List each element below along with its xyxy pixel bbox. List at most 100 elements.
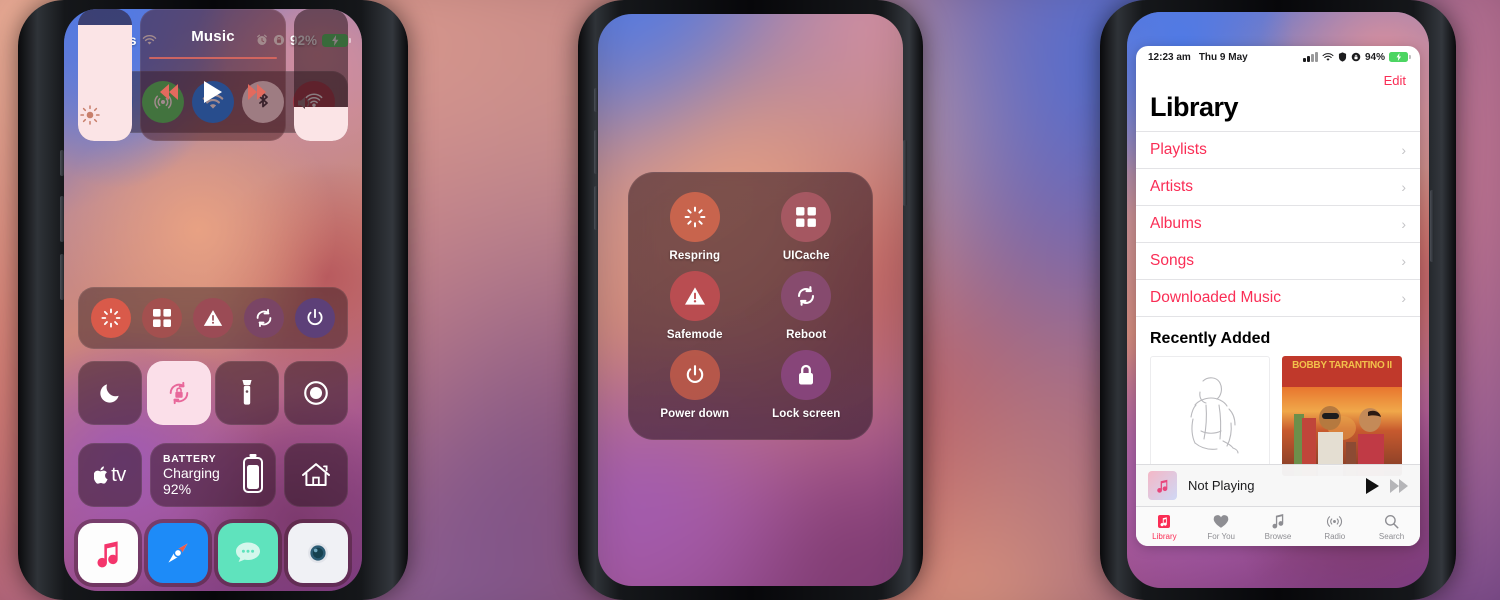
power-menu-item-respring[interactable]: Respring (639, 187, 751, 266)
library-row-downloaded-music[interactable]: Downloaded Music › (1136, 280, 1420, 317)
tab-browse[interactable]: Browse (1250, 513, 1307, 541)
power-menu-item-reboot[interactable]: Reboot (751, 266, 863, 345)
page-title: Library (1150, 92, 1239, 122)
compass-icon (168, 543, 188, 563)
battery-widget-caption: BATTERY (163, 452, 217, 465)
signal-bars-icon (1303, 52, 1318, 62)
power-menu-label: Power down (660, 408, 730, 421)
battery-level-icon (243, 457, 263, 493)
power-menu-item-uicache[interactable]: UICache (751, 187, 863, 266)
music-widget-title: Music (191, 28, 235, 45)
phone-power-menu: Respring UICache Safemode Reboot Power d… (578, 0, 923, 600)
music-note-icon (1271, 513, 1285, 530)
tab-label: Radio (1324, 531, 1346, 541)
music-app-shortcut[interactable] (78, 523, 138, 583)
library-row-playlists[interactable]: Playlists › (1136, 132, 1420, 169)
flashlight-toggle[interactable] (215, 361, 280, 425)
screen-record-toggle[interactable] (283, 361, 348, 425)
utility-toggles-row (78, 361, 348, 425)
album-line-drawing[interactable] (1150, 356, 1270, 476)
grid-icon (781, 191, 832, 242)
power-button[interactable] (903, 140, 907, 206)
brightness-slider[interactable] (78, 9, 132, 141)
record-icon (304, 381, 328, 405)
power-toggle[interactable] (295, 298, 336, 338)
media-and-sliders-row: Music (78, 9, 348, 141)
library-row-songs[interactable]: Songs › (1136, 243, 1420, 280)
home-app-shortcut[interactable] (284, 443, 348, 507)
spinner-icon (669, 191, 720, 242)
rotation-lock-toggle[interactable] (146, 361, 211, 425)
safari-app-shortcut[interactable] (148, 523, 208, 583)
reboot-toggle[interactable] (244, 298, 285, 338)
do-not-disturb-toggle[interactable] (78, 361, 142, 425)
tab-search[interactable]: Search (1363, 513, 1420, 541)
tab-label: Search (1378, 531, 1405, 541)
power-menu-label: Lock screen (772, 408, 841, 421)
jailbreak-toggles-module (78, 287, 348, 349)
tab-bar: Library For You Browse Radio Search (1136, 506, 1420, 546)
now-playing-bar[interactable]: Not Playing (1136, 464, 1420, 506)
tab-library[interactable]: Library (1136, 513, 1193, 541)
power-menu-item-lock-screen[interactable]: Lock screen (751, 346, 863, 425)
clock-label: 12:23 am (1148, 51, 1191, 63)
tab-label: For You (1207, 531, 1235, 541)
camera-lens-icon (308, 543, 328, 563)
tab-label: Library (1152, 531, 1177, 541)
heart-icon (1213, 513, 1229, 530)
power-menu-item-safemode[interactable]: Safemode (639, 266, 751, 345)
vpn-icon (1338, 52, 1347, 62)
brightness-icon (78, 103, 132, 127)
apple-tv-remote[interactable]: tv (78, 443, 142, 507)
fast-forward-button[interactable] (248, 84, 266, 100)
safemode-toggle[interactable] (192, 298, 233, 338)
phone-music-app: 12:23 am Thu 9 May 94% Edit Library Play… (1100, 0, 1456, 600)
home-icon (302, 463, 330, 486)
tab-radio[interactable]: Radio (1306, 513, 1363, 541)
power-menu-label: Safemode (666, 328, 723, 341)
power-button[interactable] (1430, 190, 1434, 262)
music-app-sheet: 12:23 am Thu 9 May 94% Edit Library Play… (1136, 46, 1420, 546)
library-row-label: Artists (1150, 178, 1194, 195)
warning-icon (669, 270, 720, 321)
library-list: Playlists › Artists › Albums › Songs › D… (1136, 131, 1420, 317)
now-playing-artwork (1148, 471, 1177, 500)
play-button[interactable] (204, 81, 222, 103)
rotation-lock-icon (169, 381, 188, 405)
uicache-toggle[interactable] (141, 298, 182, 338)
power-icon (307, 308, 323, 326)
tab-for-you[interactable]: For You (1193, 513, 1250, 541)
play-button[interactable] (1366, 477, 1379, 494)
chevron-right-icon: › (1401, 253, 1406, 269)
apple-logo-icon (94, 466, 108, 484)
recently-added-header: Recently Added (1150, 330, 1271, 347)
power-menu-label: UICache (782, 249, 830, 262)
volume-slider[interactable] (294, 9, 348, 141)
music-scrubber[interactable] (149, 57, 277, 59)
album-bobby-tarantino-ii[interactable]: BOBBY TARANTINO II (1282, 356, 1402, 476)
fast-forward-button[interactable] (1390, 478, 1408, 493)
chevron-right-icon: › (1401, 179, 1406, 195)
library-row-albums[interactable]: Albums › (1136, 206, 1420, 243)
power-menu-label: Reboot (786, 328, 827, 341)
power-menu-item-power-down[interactable]: Power down (639, 346, 751, 425)
messages-app-shortcut[interactable] (218, 523, 278, 583)
rotation-lock-icon (1351, 52, 1361, 62)
battery-widget[interactable]: BATTERY Charging 92% (150, 443, 276, 507)
camera-app-shortcut[interactable] (288, 523, 348, 583)
now-playing-label: Not Playing (1188, 478, 1255, 493)
music-widget[interactable]: Music (140, 9, 286, 141)
chevron-right-icon: › (1401, 290, 1406, 306)
phone3-screen: 12:23 am Thu 9 May 94% Edit Library Play… (1127, 12, 1429, 588)
warning-icon (203, 310, 223, 326)
phone2-screen: Respring UICache Safemode Reboot Power d… (598, 14, 903, 586)
battery-charging-icon (1389, 52, 1411, 62)
respring-toggle[interactable] (90, 298, 131, 338)
moon-icon (100, 384, 119, 403)
flashlight-icon (242, 380, 252, 405)
rewind-button[interactable] (160, 84, 178, 100)
library-row-artists[interactable]: Artists › (1136, 169, 1420, 206)
edit-button[interactable]: Edit (1384, 73, 1406, 88)
chat-bubble-icon (236, 542, 260, 562)
power-menu-panel: Respring UICache Safemode Reboot Power d… (628, 172, 873, 440)
